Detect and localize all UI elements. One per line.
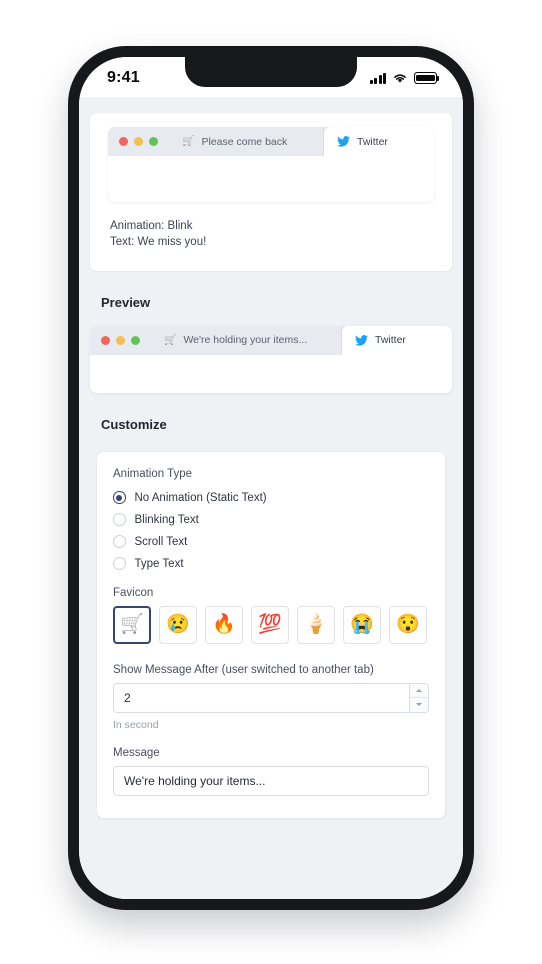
traffic-lights bbox=[108, 127, 169, 156]
preview-tab-twitter-title: Twitter bbox=[375, 334, 406, 347]
preview-browser-viewport bbox=[90, 354, 452, 393]
favicon-option-crying-face[interactable]: 😢 bbox=[159, 605, 197, 644]
customize-heading: Customize bbox=[101, 416, 167, 432]
close-window-dot[interactable] bbox=[101, 335, 110, 345]
battery-full-icon bbox=[414, 72, 440, 84]
maximize-window-dot[interactable] bbox=[149, 137, 158, 146]
cellular-signal-icon bbox=[369, 72, 386, 84]
example-tab-twitter-title: Twitter bbox=[357, 135, 388, 148]
minimize-window-dot[interactable] bbox=[134, 137, 143, 146]
caret-down-icon bbox=[416, 703, 422, 707]
example-tab-inactive[interactable]: 🛒 Please come back bbox=[169, 127, 324, 156]
radio-indicator[interactable] bbox=[113, 513, 126, 526]
radio-indicator[interactable] bbox=[113, 535, 126, 548]
twitter-bird-icon bbox=[355, 334, 368, 346]
shopping-cart-emoji: 🛒 bbox=[120, 614, 144, 636]
fire-emoji: 🔥 bbox=[212, 614, 236, 636]
preview-traffic-lights bbox=[90, 326, 151, 355]
radio-label-type-text: Type Text bbox=[134, 557, 184, 570]
radio-indicator-selected[interactable] bbox=[113, 491, 126, 504]
message-text-input[interactable]: We're holding your items... bbox=[113, 765, 429, 796]
stepper-decrement-button[interactable] bbox=[410, 698, 428, 712]
phone-screen: 9:41 🛒 Please come back Twitter Animatio… bbox=[79, 57, 463, 899]
favicon-option-loudly-crying-face[interactable]: 😭 bbox=[343, 605, 381, 644]
twitter-bird-icon bbox=[337, 136, 350, 147]
favicon-label: Favicon bbox=[113, 586, 154, 599]
radio-indicator[interactable] bbox=[113, 557, 126, 570]
phone-device-frame: 9:41 🛒 Please come back Twitter Animatio… bbox=[68, 46, 474, 910]
preview-browser-mock: 🛒 We're holding your items... Twitter bbox=[90, 325, 452, 393]
delay-input-value[interactable]: 2 bbox=[114, 691, 409, 705]
radio-option-no-animation[interactable]: No Animation (Static Text) bbox=[113, 487, 429, 509]
radio-option-blinking-text[interactable]: Blinking Text bbox=[113, 509, 429, 531]
animation-type-label: Animation Type bbox=[113, 467, 193, 480]
delay-label: Show Message After (user switched to ano… bbox=[113, 663, 374, 676]
preview-browser-tabbar: 🛒 We're holding your items... Twitter bbox=[90, 325, 452, 355]
soft-ice-cream-emoji: 🍦 bbox=[304, 614, 328, 636]
shopping-cart-favicon-icon: 🛒 bbox=[182, 136, 195, 147]
example-card: 🛒 Please come back Twitter Animation: Bl… bbox=[90, 113, 452, 271]
message-label: Message bbox=[113, 746, 160, 759]
status-bar-time: 9:41 bbox=[107, 69, 140, 86]
crying-face-emoji: 😢 bbox=[166, 614, 190, 636]
preview-tab-inactive[interactable]: 🛒 We're holding your items... bbox=[151, 325, 342, 355]
maximize-window-dot[interactable] bbox=[131, 335, 140, 345]
stepper-increment-button[interactable] bbox=[410, 683, 428, 699]
close-window-dot[interactable] bbox=[119, 137, 128, 146]
favicon-option-hundred-points[interactable]: 💯 bbox=[251, 605, 289, 644]
favicon-option-shopping-cart[interactable]: 🛒 bbox=[113, 605, 151, 644]
radio-label-blinking-text: Blinking Text bbox=[134, 513, 199, 526]
favicon-option-soft-ice-cream[interactable]: 🍦 bbox=[297, 605, 335, 644]
example-browser-tabbar: 🛒 Please come back Twitter bbox=[108, 127, 434, 156]
customize-panel: Animation Type No Animation (Static Text… bbox=[97, 451, 445, 818]
delay-number-input[interactable]: 2 bbox=[113, 682, 429, 713]
delay-hint: In second bbox=[113, 718, 159, 731]
shopping-cart-favicon-icon: 🛒 bbox=[164, 334, 177, 346]
preview-heading: Preview bbox=[101, 294, 151, 310]
radio-label-scroll-text: Scroll Text bbox=[134, 535, 188, 548]
example-browser-viewport bbox=[108, 156, 434, 202]
example-annotation-line-1: Animation: Blink bbox=[110, 220, 193, 232]
wifi-icon bbox=[394, 74, 406, 83]
phone-notch bbox=[185, 57, 357, 87]
caret-up-icon bbox=[416, 688, 422, 692]
status-bar: 9:41 bbox=[79, 57, 463, 97]
preview-tab-inactive-title: We're holding your items... bbox=[183, 334, 308, 347]
example-tab-inactive-title: Please come back bbox=[201, 135, 288, 148]
status-bar-indicators bbox=[369, 72, 440, 84]
message-input-value[interactable]: We're holding your items... bbox=[114, 774, 428, 788]
radio-label-no-animation: No Animation (Static Text) bbox=[134, 491, 267, 504]
example-annotation-line-2: Text: We miss you! bbox=[110, 236, 207, 249]
favicon-option-hushed-face[interactable]: 😯 bbox=[389, 605, 427, 644]
radio-option-type-text[interactable]: Type Text bbox=[113, 553, 429, 575]
example-browser-mock: 🛒 Please come back Twitter bbox=[108, 127, 434, 202]
favicon-option-fire[interactable]: 🔥 bbox=[205, 605, 243, 644]
preview-tab-twitter[interactable]: Twitter bbox=[342, 325, 452, 355]
delay-stepper[interactable] bbox=[409, 683, 428, 712]
hundred-points-emoji: 💯 bbox=[258, 614, 282, 636]
favicon-picker: 🛒 😢 🔥 💯 🍦 😭 😯 bbox=[113, 605, 429, 644]
hushed-face-emoji: 😯 bbox=[396, 614, 420, 636]
radio-option-scroll-text[interactable]: Scroll Text bbox=[113, 531, 429, 553]
loudly-crying-face-emoji: 😭 bbox=[350, 614, 374, 636]
example-tab-twitter[interactable]: Twitter bbox=[324, 127, 434, 156]
minimize-window-dot[interactable] bbox=[116, 335, 125, 345]
example-annotation: Animation: Blink Text: We miss you! bbox=[90, 202, 452, 271]
app-scroll-area[interactable]: 🛒 Please come back Twitter Animation: Bl… bbox=[79, 97, 463, 899]
